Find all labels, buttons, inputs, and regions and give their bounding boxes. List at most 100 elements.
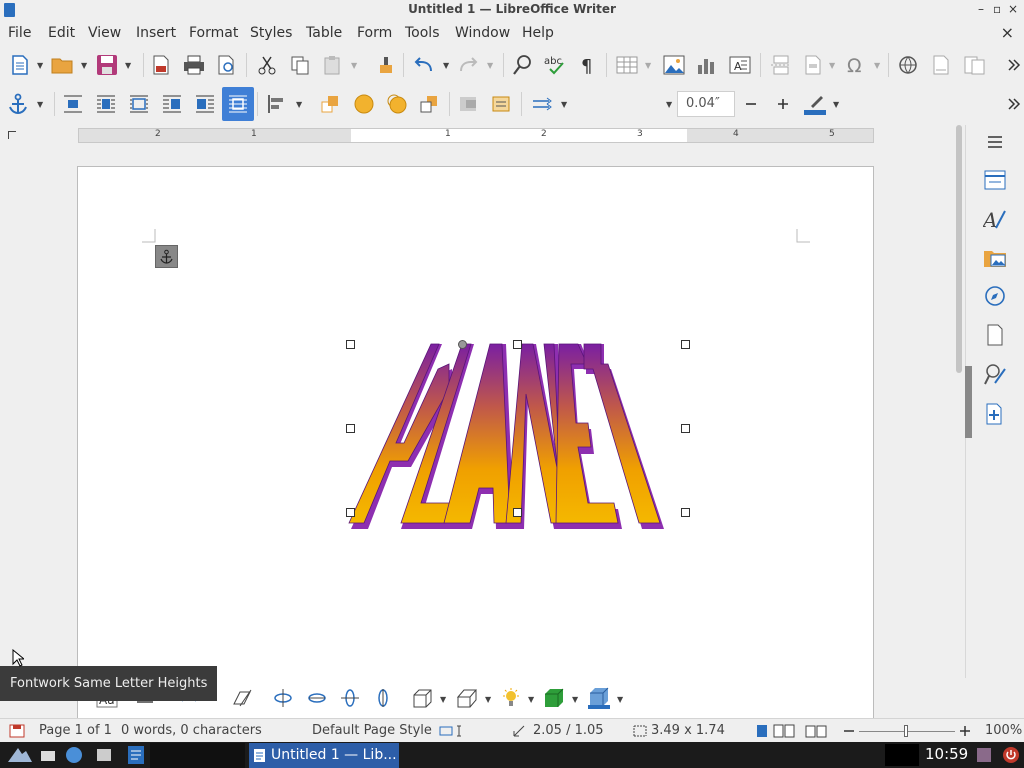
line-style-combo[interactable] xyxy=(574,91,674,117)
menu-edit[interactable]: Edit xyxy=(48,25,75,41)
document-page[interactable] xyxy=(77,166,874,726)
fontwork-object[interactable] xyxy=(346,339,691,535)
find-replace-icon[interactable] xyxy=(511,53,535,77)
footnote-icon[interactable] xyxy=(930,53,954,77)
word-count[interactable]: 0 words, 0 characters xyxy=(121,723,262,738)
undo-icon[interactable] xyxy=(412,53,436,77)
zoom-in-icon[interactable] xyxy=(959,724,971,738)
selection-handle[interactable] xyxy=(346,508,355,517)
page-style[interactable]: Default Page Style xyxy=(312,723,432,738)
single-page-view-icon[interactable] xyxy=(755,724,769,738)
scrollbar-thumb[interactable] xyxy=(956,125,962,373)
insert-image-icon[interactable] xyxy=(662,53,686,77)
chevron-down-icon[interactable]: ▼ xyxy=(829,61,835,70)
gallery-icon[interactable] xyxy=(983,246,1007,270)
chevron-down-icon[interactable]: ▼ xyxy=(485,695,491,704)
chevron-down-icon[interactable]: ▼ xyxy=(833,100,839,109)
selection-handle[interactable] xyxy=(681,424,690,433)
fontwork-control-handle[interactable] xyxy=(458,340,467,349)
spelling-icon[interactable]: abc xyxy=(544,53,568,77)
selection-handle[interactable] xyxy=(346,424,355,433)
open-folder-icon[interactable] xyxy=(51,53,75,77)
wrap-page-icon[interactable] xyxy=(94,92,118,116)
menu-file[interactable]: File xyxy=(8,25,31,41)
insert-field-icon[interactable] xyxy=(802,53,826,77)
menu-styles[interactable]: Styles xyxy=(250,25,292,41)
save-icon[interactable] xyxy=(95,53,119,77)
wrap-through-icon[interactable] xyxy=(222,87,254,121)
selection-handle[interactable] xyxy=(346,340,355,349)
decrease-icon[interactable] xyxy=(739,92,763,116)
chevron-down-icon[interactable]: ▼ xyxy=(440,695,446,704)
page-icon[interactable] xyxy=(983,323,1007,347)
zoom-out-icon[interactable] xyxy=(843,724,855,738)
properties-icon[interactable] xyxy=(983,168,1007,192)
user-icon[interactable] xyxy=(976,747,992,763)
chevron-down-icon[interactable]: ▼ xyxy=(487,61,493,70)
chevron-down-icon[interactable]: ▼ xyxy=(37,61,43,70)
menu-view[interactable]: View xyxy=(88,25,121,41)
menu-insert[interactable]: Insert xyxy=(136,25,176,41)
chevron-down-icon[interactable]: ▼ xyxy=(572,695,578,704)
menu-form[interactable]: Form xyxy=(357,25,392,41)
maximize-button[interactable]: ▫ xyxy=(993,2,1001,16)
special-character-icon[interactable]: Ω xyxy=(845,53,869,77)
extrusion-direction-icon[interactable] xyxy=(455,686,479,710)
menu-table[interactable]: Table xyxy=(306,25,342,41)
chevron-down-icon[interactable]: ▼ xyxy=(528,695,534,704)
zoom-level[interactable]: 100% xyxy=(985,723,1022,738)
wrap-optimal-icon[interactable] xyxy=(127,92,151,116)
bring-to-front-icon[interactable] xyxy=(319,92,343,116)
close-window-button[interactable]: × xyxy=(1008,2,1018,16)
tilt-left-icon[interactable] xyxy=(338,686,362,710)
selection-handle[interactable] xyxy=(513,508,522,517)
hyperlink-icon[interactable] xyxy=(897,53,921,77)
wrap-off-icon[interactable] xyxy=(61,92,85,116)
chevron-down-icon[interactable]: ▼ xyxy=(351,61,357,70)
chevron-down-icon[interactable]: ▼ xyxy=(125,61,131,70)
back-one-icon[interactable] xyxy=(385,92,409,116)
chevron-down-icon[interactable]: ▼ xyxy=(296,100,302,109)
start-menu-icon[interactable] xyxy=(6,746,34,764)
manage-changes-icon[interactable] xyxy=(983,402,1007,426)
taskbar-writer-window[interactable]: Untitled 1 — Lib... xyxy=(249,743,399,768)
wrap-left-icon[interactable] xyxy=(160,92,184,116)
multi-page-view-icon[interactable] xyxy=(773,724,795,738)
lighting-icon[interactable] xyxy=(499,686,523,710)
paste-icon[interactable] xyxy=(321,53,345,77)
chevron-down-icon[interactable]: ▼ xyxy=(645,61,651,70)
document-modified-icon[interactable] xyxy=(9,724,25,738)
3d-color-icon[interactable] xyxy=(587,686,611,710)
toolbar-overflow-icon[interactable] xyxy=(1002,53,1024,77)
close-document-button[interactable]: × xyxy=(1001,23,1014,42)
style-inspector-icon[interactable] xyxy=(983,362,1007,386)
extrusion-depth-icon[interactable] xyxy=(411,686,435,710)
tilt-down-icon[interactable] xyxy=(271,686,295,710)
menu-format[interactable]: Format xyxy=(189,25,238,41)
vertical-scrollbar[interactable] xyxy=(955,125,965,678)
selection-handle[interactable] xyxy=(513,340,522,349)
copy-icon[interactable] xyxy=(288,53,312,77)
to-background-icon[interactable] xyxy=(490,92,514,116)
zoom-slider-handle[interactable] xyxy=(904,725,908,737)
line-color-icon[interactable] xyxy=(803,92,827,116)
selection-handle[interactable] xyxy=(681,340,690,349)
chevron-down-icon[interactable]: ▼ xyxy=(81,61,87,70)
chevron-down-icon[interactable]: ▼ xyxy=(561,100,567,109)
anchor-marker-icon[interactable] xyxy=(155,245,178,268)
tilt-up-icon[interactable] xyxy=(305,686,329,710)
wrap-right-icon[interactable] xyxy=(193,92,217,116)
minimize-button[interactable]: – xyxy=(978,2,984,16)
horizontal-ruler[interactable]: 2 1 1 2 3 4 5 xyxy=(78,128,874,143)
book-view-icon[interactable] xyxy=(805,724,827,738)
chevron-down-icon[interactable]: ▼ xyxy=(443,61,449,70)
insert-chart-icon[interactable] xyxy=(695,53,719,77)
page-count[interactable]: Page 1 of 1 xyxy=(39,723,112,738)
redo-icon[interactable] xyxy=(456,53,480,77)
new-document-icon[interactable] xyxy=(8,53,32,77)
print-icon[interactable] xyxy=(182,53,206,77)
workspace-switcher[interactable] xyxy=(150,743,245,768)
tilt-right-icon[interactable] xyxy=(371,686,395,710)
navigator-icon[interactable] xyxy=(983,284,1007,308)
cut-icon[interactable] xyxy=(255,53,279,77)
